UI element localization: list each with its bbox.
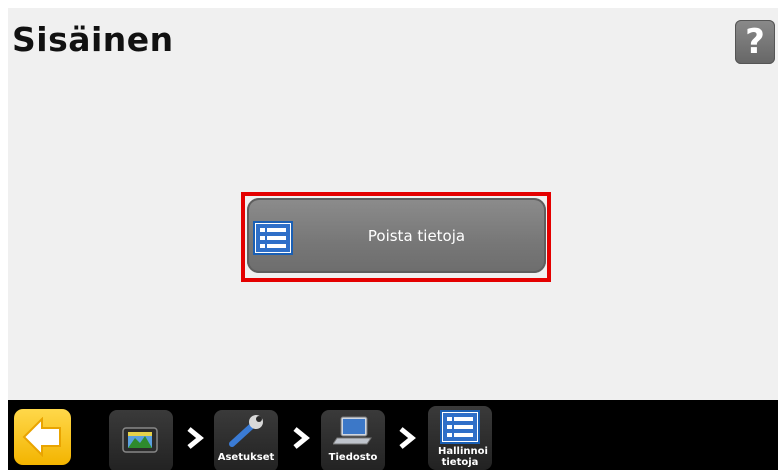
display-icon [122, 427, 158, 453]
breadcrumb-label: Hallinnoi tietoja [438, 446, 488, 468]
arrow-left-icon [22, 417, 61, 457]
breadcrumb-label: Tiedosto [328, 452, 378, 463]
help-icon: ? [745, 22, 765, 62]
breadcrumb-file[interactable]: Tiedosto [321, 410, 385, 470]
laptop-icon [333, 416, 372, 445]
bottom-navigation-bar: Asetukset Tiedosto Hallinnoi tietoja [8, 400, 778, 470]
help-button[interactable]: ? [735, 20, 775, 64]
page-title: Sisäinen [12, 20, 174, 59]
breadcrumb-home[interactable] [109, 410, 173, 470]
screen: Sisäinen ? Poista tietoja Asetukset Tied… [8, 8, 778, 470]
back-button[interactable] [14, 409, 71, 465]
breadcrumb-settings[interactable]: Asetukset [214, 410, 278, 470]
list-icon [440, 410, 480, 444]
chevron-right-icon [293, 427, 310, 449]
breadcrumb-label: Asetukset [217, 452, 275, 463]
wrench-icon [229, 415, 263, 447]
chevron-right-icon [399, 427, 416, 449]
delete-data-label: Poista tietoja [367, 226, 466, 245]
breadcrumb-manage-data[interactable]: Hallinnoi tietoja [428, 406, 492, 470]
chevron-right-icon [187, 427, 204, 449]
delete-data-button[interactable]: Poista tietoja [247, 198, 546, 273]
